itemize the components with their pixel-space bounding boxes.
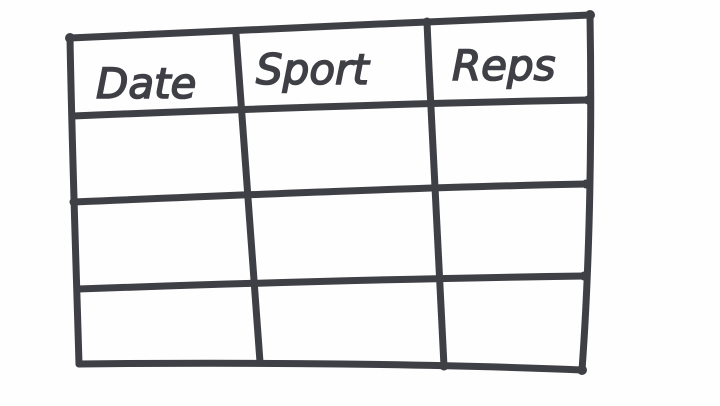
junction-dot [583,95,593,105]
junction-dot [439,361,449,371]
header-date: Date [96,59,196,108]
table-bottom-border [75,359,586,374]
row-divider-line-2 [74,272,588,293]
header-reps: Reps [452,41,556,90]
corner-dot [65,33,75,43]
row-divider-line-1 [70,180,590,206]
hand-drawn-table-sketch: Date Sport Reps [0,0,720,406]
header-sport: Sport [256,45,370,94]
junction-dot [422,17,432,27]
junction-dot [69,197,79,207]
junction-dot [581,179,591,189]
junction-dot [579,271,589,281]
corner-dot [577,365,587,375]
column-divider-line-2 [423,18,448,370]
table-drawing: Date Sport Reps [65,10,595,375]
table-right-border [578,11,595,374]
table-top-border [66,11,594,42]
corner-dot [585,10,595,20]
